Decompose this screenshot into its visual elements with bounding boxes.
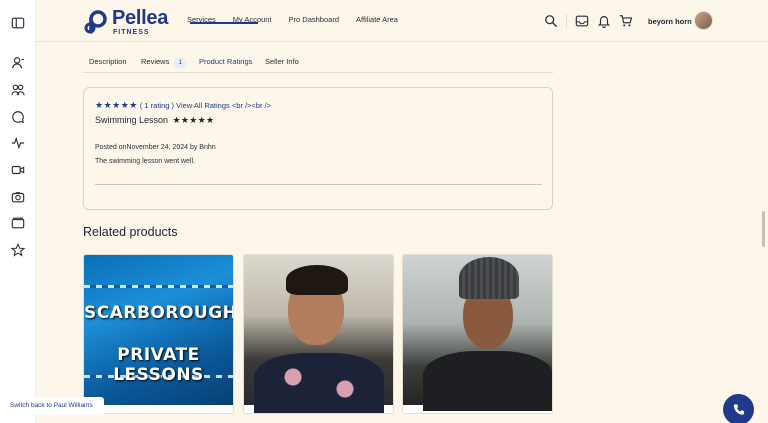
product-image-caption-line2: PRIVATE LESSONS (113, 345, 204, 385)
related-products-heading: Related products (83, 225, 178, 239)
view-all-ratings-link[interactable]: ( 1 rating ) View All Ratings <br /><br … (140, 101, 271, 110)
nav-pro-dashboard[interactable]: Pro Dashboard (289, 15, 339, 24)
tab-reviews-label: Reviews (141, 57, 170, 66)
review-title: Swimming Lesson (95, 115, 169, 125)
phone-icon (733, 403, 744, 415)
page-scrollbar[interactable] (762, 211, 765, 247)
shirt-shape (254, 353, 384, 413)
star-icon[interactable] (10, 242, 26, 258)
tab-description[interactable]: Description (89, 57, 127, 66)
sidebar (0, 0, 36, 423)
brand-logo[interactable]: Pellea FITNESS (84, 8, 168, 36)
review-stars: ★★★★★ (172, 115, 215, 125)
chat-icon[interactable] (10, 109, 26, 125)
jacket-shape (423, 351, 552, 411)
review-divider (95, 184, 542, 185)
product-image-caption-line1: SCARBOROUGH (84, 303, 234, 323)
review-heading: Swimming Lesson ★★★★★ (95, 115, 214, 126)
review-text: The swimming lesson went well. (95, 158, 195, 165)
product-image: SCARBOROUGH PRIVATE LESSONS (84, 255, 233, 405)
product-image (244, 255, 393, 413)
lane-rope (84, 285, 233, 288)
review-posted-meta: Posted onNovember 24, 2024 by Bnhn (95, 144, 216, 151)
related-product-card[interactable] (243, 254, 394, 414)
bell-icon[interactable] (597, 14, 611, 28)
reviews-count-badge: 1 (174, 57, 187, 69)
search-icon[interactable] (544, 14, 558, 28)
nav-affiliate-area[interactable]: Affiliate Area (356, 15, 398, 24)
hat-shape (459, 257, 519, 299)
header-actions (544, 14, 641, 28)
brand-subtitle: FITNESS (113, 29, 150, 36)
tab-reviews[interactable]: Reviews 1 (141, 57, 187, 69)
related-product-card[interactable] (402, 254, 553, 414)
active-tab-indicator (190, 22, 258, 24)
rating-summary: ★★★★★ ( 1 rating ) View All Ratings <br … (95, 100, 271, 111)
header-divider (566, 14, 567, 28)
sidebar-toggle-icon[interactable] (10, 15, 26, 31)
brand-name: Pellea (112, 7, 169, 29)
video-icon[interactable] (10, 162, 26, 178)
product-image (403, 255, 552, 411)
product-ratings-panel: ★★★★★ ( 1 rating ) View All Ratings <br … (83, 87, 553, 210)
top-navigation-bar: Pellea FITNESS Services My Account Pro D… (36, 0, 768, 42)
user-icon[interactable] (10, 55, 26, 71)
call-button[interactable] (723, 394, 754, 423)
switch-back-link[interactable]: Switch back to Paul Williams (0, 397, 104, 415)
tab-seller-info[interactable]: Seller Info (265, 57, 299, 66)
activity-icon[interactable] (10, 135, 26, 151)
pellea-logo-icon (84, 10, 107, 34)
group-icon[interactable] (10, 82, 26, 98)
camera-icon[interactable] (10, 189, 26, 205)
hair-shape (286, 265, 348, 295)
avatar[interactable] (694, 11, 713, 30)
related-product-card[interactable]: SCARBOROUGH PRIVATE LESSONS (83, 254, 234, 414)
rating-stars: ★★★★★ (95, 100, 138, 110)
folder-icon[interactable] (10, 215, 26, 231)
inbox-icon[interactable] (575, 14, 589, 28)
cart-icon[interactable] (619, 14, 633, 28)
product-tabs: Description Reviews 1 Product Ratings Sel… (83, 49, 553, 73)
tab-product-ratings[interactable]: Product Ratings (199, 57, 252, 66)
user-name[interactable]: beyorn horn (648, 17, 692, 26)
